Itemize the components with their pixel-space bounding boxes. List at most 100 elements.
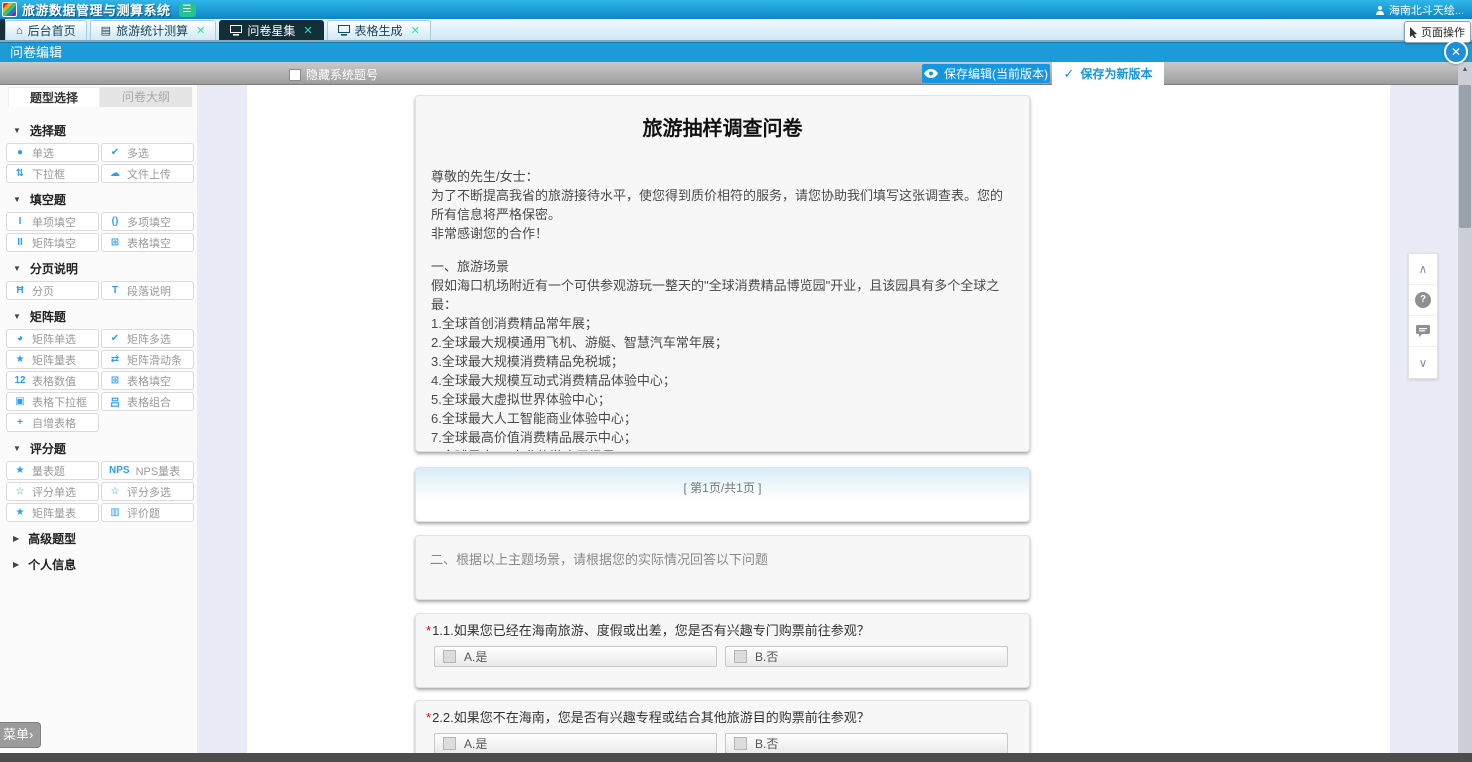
qtype-matrix-blank[interactable]: II矩阵填空 [6, 233, 99, 252]
tab-table-generate[interactable]: 表格生成 ✕ [327, 20, 431, 40]
section-header-choice[interactable]: ▼选择题 [0, 117, 197, 143]
checkbox-icon[interactable] [443, 650, 456, 663]
close-tab-icon[interactable]: ✕ [411, 24, 420, 37]
hide-numbers-checkbox[interactable] [289, 69, 301, 81]
section-header-paging[interactable]: ▼分页说明 [0, 255, 197, 281]
table-grid-icon: ⊞ [109, 375, 121, 386]
qtype-scale[interactable]: ★量表题 [6, 461, 99, 480]
option-item[interactable]: B.否 [725, 733, 1008, 753]
eye-icon [924, 69, 938, 78]
tab-tourism-stats[interactable]: ▤ 旅游统计测算 ✕ [90, 20, 217, 40]
option-item[interactable]: A.是 [434, 646, 717, 667]
section-header-rating[interactable]: ▼评分题 [0, 435, 197, 461]
scrollbar-thumb[interactable] [1459, 85, 1471, 228]
close-tab-icon[interactable]: ✕ [196, 24, 205, 37]
tab-survey-outline[interactable]: 问卷大纲 [100, 87, 192, 107]
vertical-scrollbar[interactable]: ▲ [1458, 62, 1472, 753]
qtype-auto-table[interactable]: +自增表格 [6, 413, 99, 432]
tab-home[interactable]: ⌂ 后台首页 [5, 20, 87, 40]
qtype-matrix-multi[interactable]: ✔矩阵多选 [101, 329, 194, 348]
section-items-matrix: ◕矩阵单选✔矩阵多选★矩阵量表⇄矩阵滑动条12表格数值⊞表格填空▣表格下拉框吕表… [0, 329, 197, 432]
feedback-button[interactable] [1409, 316, 1437, 347]
qtype-label: 下拉框 [32, 166, 65, 182]
menu-drawer-handle[interactable]: 菜单› [0, 722, 41, 748]
check-icon: ✓ [1064, 66, 1075, 82]
tab-question-types[interactable]: 题型选择 [8, 87, 100, 107]
hide-question-numbers[interactable]: 隐藏系统题号 [289, 66, 378, 83]
qtype-score-single[interactable]: ☆评分单选 [6, 482, 99, 501]
qtype-paragraph-note[interactable]: T段落说明 [101, 281, 194, 300]
qtype-evaluation[interactable]: ▥评价题 [101, 503, 194, 522]
question-card-2[interactable]: *2.2.如果您不在海南，您是否有兴趣专程或结合其他旅游目的购票前往参观？ A.是… [415, 700, 1030, 753]
qtype-nps-scale[interactable]: NPSNPS量表 [101, 461, 194, 480]
qtype-matrix-scale[interactable]: ★矩阵量表 [6, 350, 99, 369]
qtype-label: 段落说明 [127, 283, 171, 299]
updown-icon: ⇅ [14, 168, 26, 179]
section-title-card[interactable]: 二、根据以上主题场景，请根据您的实际情况回答以下问题 [415, 535, 1030, 600]
check-icon: ✔ [109, 333, 121, 344]
qtype-multi-blank[interactable]: ()多项填空 [101, 212, 194, 231]
check-icon: ✔ [109, 147, 121, 158]
qtype-matrix-slider[interactable]: ⇄矩阵滑动条 [101, 350, 194, 369]
section-title: 二、根据以上主题场景，请根据您的实际情况回答以下问题 [430, 552, 768, 567]
hamburger-menu-icon[interactable]: ☰ [179, 3, 196, 17]
qtype-page-break[interactable]: Ħ分页 [6, 281, 99, 300]
qtype-matrix-single[interactable]: ◕矩阵单选 [6, 329, 99, 348]
page-break-card[interactable]: [ 第1页/共1页 ] [415, 467, 1030, 522]
nps-icon: NPS [109, 465, 130, 476]
qtype-single-blank[interactable]: I单项填空 [6, 212, 99, 231]
qtype-label: 矩阵量表 [32, 352, 76, 368]
tab-survey-star[interactable]: 问卷星集 ✕ [219, 20, 323, 40]
section-title: 矩阵题 [30, 308, 66, 325]
save-new-version-button[interactable]: ✓ 保存为新版本 [1052, 62, 1164, 85]
app-window: 旅游数据管理与测算系统 ☰ 海南北斗天绘... ⌂ 后台首页 ▤ 旅游统计测算 … [0, 0, 1472, 762]
survey-intro-lines: 尊敬的先生/女士：为了不断提高我省的旅游接待水平，使您得到质价相符的服务，请您协… [431, 167, 1014, 243]
close-editor-button[interactable]: ✕ [1444, 40, 1468, 64]
checkbox-icon[interactable] [734, 737, 747, 750]
qtype-table-blank-2[interactable]: ⊞表格填空 [101, 371, 194, 390]
help-button[interactable]: ? [1409, 285, 1437, 316]
checkbox-icon[interactable] [443, 737, 456, 750]
chevron-icon: ▼ [13, 312, 21, 321]
scroll-up-button[interactable]: ∧ [1409, 254, 1437, 285]
required-mark: * [426, 710, 431, 725]
section-header-personal[interactable]: ▶个人信息 [0, 551, 197, 577]
qtype-table-combo[interactable]: 吕表格组合 [101, 392, 194, 411]
qtype-table-blank[interactable]: ⊞表格填空 [101, 233, 194, 252]
star-solid-icon: ★ [14, 465, 26, 476]
question-card-1[interactable]: *1.1.如果您已经在海南旅游、度假或出差，您是否有兴趣专门购票前往参观？A.是… [415, 613, 1030, 688]
editor-body: 题型选择 问卷大纲 ▼选择题●单选✔多选⇅下拉框☁文件上传▼填空题I单项填空()… [0, 85, 1472, 753]
qtype-label: 单项填空 [32, 214, 76, 230]
qtype-table-number[interactable]: 12表格数值 [6, 371, 99, 390]
qtype-label: 评分单选 [32, 484, 76, 500]
sidebar-tabs: 题型选择 问卷大纲 [8, 87, 195, 107]
qtype-file-upload[interactable]: ☁文件上传 [101, 164, 194, 183]
page-action-button[interactable]: 页面操作 [1404, 21, 1471, 43]
question-text: *2.2.如果您不在海南，您是否有兴趣专程或结合其他旅游目的购票前往参观？ [426, 707, 1019, 726]
qtype-single-choice[interactable]: ●单选 [6, 143, 99, 162]
chevron-up-icon: ∧ [1419, 262, 1428, 276]
section-header-matrix[interactable]: ▼ 矩阵题 [0, 303, 197, 329]
qtype-multi-choice[interactable]: ✔多选 [101, 143, 194, 162]
save-current-version-button[interactable]: 保存编辑(当前版本) [922, 64, 1050, 83]
qtype-table-dropdown[interactable]: ▣表格下拉框 [6, 392, 99, 411]
option-item[interactable]: B.否 [725, 646, 1008, 667]
qtype-label: 矩阵量表 [32, 505, 76, 521]
qtype-dropdown[interactable]: ⇅ 下拉框 [6, 164, 99, 183]
section-title: 选择题 [30, 122, 66, 139]
qtype-score-multi[interactable]: ☆评分多选 [101, 482, 194, 501]
user-account[interactable]: 海南北斗天绘... [1375, 2, 1472, 18]
survey-intro-card[interactable]: 旅游抽样调查问卷 尊敬的先生/女士：为了不断提高我省的旅游接待水平，使您得到质价… [415, 95, 1030, 452]
section-header-blank[interactable]: ▼填空题 [0, 186, 197, 212]
scroll-down-button[interactable]: ∨ [1409, 347, 1437, 378]
section-header-advanced[interactable]: ▶高级题型 [0, 525, 197, 551]
checkbox-icon[interactable] [734, 650, 747, 663]
table-select-icon: ▣ [14, 396, 26, 407]
cursor-ii-icon: II [14, 237, 26, 248]
scene-line: 8.全球最大5G商业旅游应用场景； [431, 447, 1014, 452]
qtype-matrix-scale-2[interactable]: ★矩阵量表 [6, 503, 99, 522]
option-item[interactable]: A.是 [434, 733, 717, 753]
close-tab-icon[interactable]: ✕ [303, 24, 312, 37]
cloud-upload-icon: ☁ [109, 168, 121, 179]
scrollbar-up-arrow[interactable]: ▲ [1458, 62, 1472, 77]
